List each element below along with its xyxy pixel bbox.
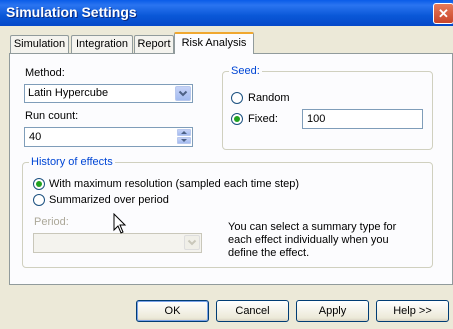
run-count-label: Run count:	[25, 110, 79, 122]
run-count-spinner[interactable]	[177, 129, 191, 144]
info-line: each effect individually when you	[228, 234, 389, 246]
seed-random-radio[interactable]	[231, 92, 243, 104]
seed-fixed-radio[interactable]	[231, 113, 243, 125]
chevron-down-icon	[184, 235, 200, 250]
history-legend: History of effects	[29, 156, 115, 168]
run-count-input[interactable]: 40	[24, 127, 193, 147]
history-max-label: With maximum resolution (sampled each ti…	[49, 178, 300, 190]
chevron-down-icon[interactable]	[175, 86, 191, 101]
info-line: You can select a summary type for	[228, 221, 397, 233]
method-label: Method:	[25, 67, 65, 79]
period-label: Period:	[34, 216, 69, 228]
spin-down-icon[interactable]	[177, 137, 191, 144]
info-line: define the effect.	[228, 247, 310, 259]
spin-up-icon[interactable]	[177, 129, 191, 136]
mouse-pointer-icon	[113, 212, 127, 238]
seed-fixed-input[interactable]: 100	[302, 109, 423, 129]
history-summary-label: Summarized over period	[49, 194, 169, 206]
history-info-text: You can select a summary type for each e…	[228, 221, 428, 260]
history-summary-radio[interactable]	[33, 194, 45, 206]
seed-random-label: Random	[248, 92, 290, 104]
seed-legend: Seed:	[229, 65, 262, 77]
seed-fixed-label: Fixed:	[248, 113, 278, 125]
method-select[interactable]: Latin Hypercube	[24, 84, 193, 103]
history-max-radio[interactable]	[33, 178, 45, 190]
method-value: Latin Hypercube	[28, 87, 109, 99]
seed-fixed-value: 100	[307, 113, 326, 125]
run-count-value: 40	[29, 131, 42, 143]
